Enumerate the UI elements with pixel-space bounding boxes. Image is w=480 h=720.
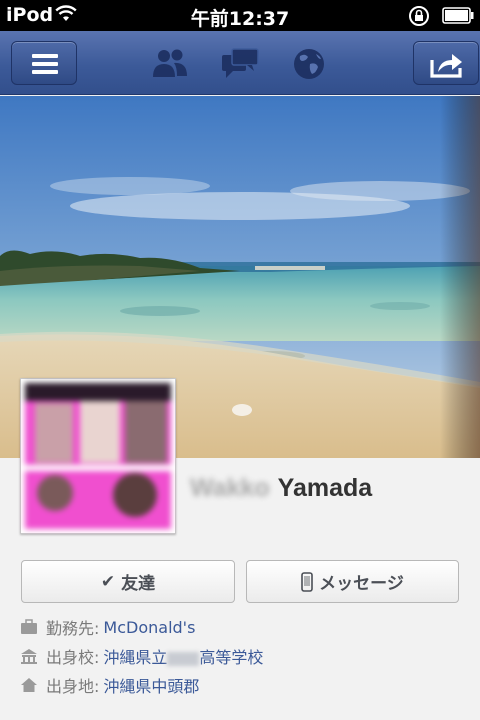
friends-button[interactable]: ✔ 友達 [21,560,235,603]
work-label: 勤務先: [46,619,100,638]
avatar-image [25,383,171,529]
battery-icon [442,7,474,24]
checkmark-icon: ✔ [100,571,116,592]
work-link[interactable]: McDonald's [103,618,195,637]
profile-picture[interactable] [20,378,176,534]
status-bar: iPod 午前12:37 [0,0,480,31]
school-info: 出身校: 沖縄県立 高等学校 [20,643,263,669]
share-button[interactable] [413,41,479,85]
redacted-text [167,651,200,666]
menu-button[interactable] [11,41,77,85]
friends-button-label: 友達 [121,574,156,594]
friends-icon[interactable] [150,47,190,81]
profile-name: Wakko Yamada [190,474,372,503]
school-link[interactable]: 沖縄県立 高等学校 [103,644,263,668]
globe-icon[interactable] [290,47,330,81]
message-button[interactable]: メッセージ [246,560,459,603]
school-label: 出身校: [46,648,100,667]
school-icon [21,649,37,664]
messages-icon[interactable] [220,47,260,81]
phone-icon [301,571,313,592]
briefcase-icon [21,619,37,634]
profile-last-name: Yamada [277,474,373,502]
school-name-end: 高等学校 [199,648,264,667]
school-name-start: 沖縄県立 [103,648,168,667]
rotation-lock-icon [409,6,429,26]
hometown-info: 出身地: 沖縄県中頭郡 [20,672,199,698]
menu-icon [32,54,58,74]
nav-bar [0,31,480,95]
share-icon [430,54,462,78]
message-button-label: メッセージ [319,574,404,594]
profile-first-name: Wakko [190,474,270,502]
work-info: 勤務先: McDonald's [20,614,195,640]
home-icon [21,678,37,692]
hometown-link[interactable]: 沖縄県中頭郡 [103,673,199,697]
hometown-label: 出身地: [46,677,100,696]
